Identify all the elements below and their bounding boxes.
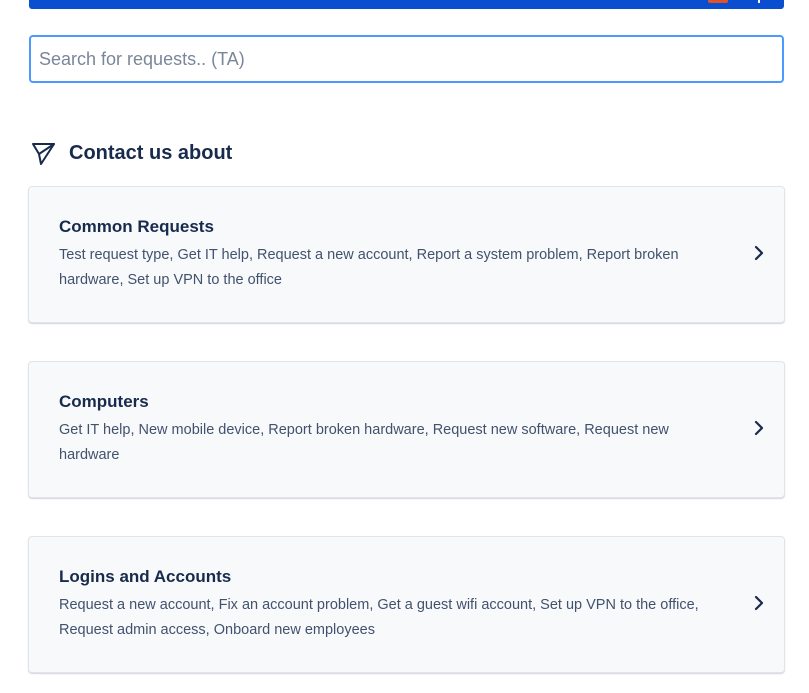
chevron-right-icon bbox=[754, 245, 764, 261]
request-group-description: Request a new account, Fix an account pr… bbox=[59, 597, 699, 638]
chevron-right-icon bbox=[754, 595, 764, 611]
request-group-title: Common Requests bbox=[59, 217, 214, 236]
request-group-title: Computers bbox=[59, 392, 149, 411]
search-input[interactable] bbox=[31, 37, 782, 81]
search-field[interactable] bbox=[29, 35, 784, 83]
request-group-description: Test request type, Get IT help, Request … bbox=[59, 247, 679, 288]
chevron-right-icon bbox=[754, 420, 764, 436]
request-group-card[interactable]: Computers Get IT help, New mobile device… bbox=[28, 361, 785, 498]
request-group-description: Get IT help, New mobile device, Report b… bbox=[59, 422, 669, 463]
header-bar bbox=[29, 0, 784, 9]
avatar[interactable] bbox=[708, 0, 728, 3]
chevron-down-icon[interactable] bbox=[754, 0, 760, 3]
section-title: Contact us about bbox=[69, 141, 233, 164]
send-icon bbox=[32, 142, 55, 165]
section-header: Contact us about bbox=[30, 139, 232, 167]
request-group-card[interactable]: Common Requests Test request type, Get I… bbox=[28, 186, 785, 323]
request-group-card[interactable]: Logins and Accounts Request a new accoun… bbox=[28, 536, 785, 673]
request-group-title: Logins and Accounts bbox=[59, 567, 232, 586]
